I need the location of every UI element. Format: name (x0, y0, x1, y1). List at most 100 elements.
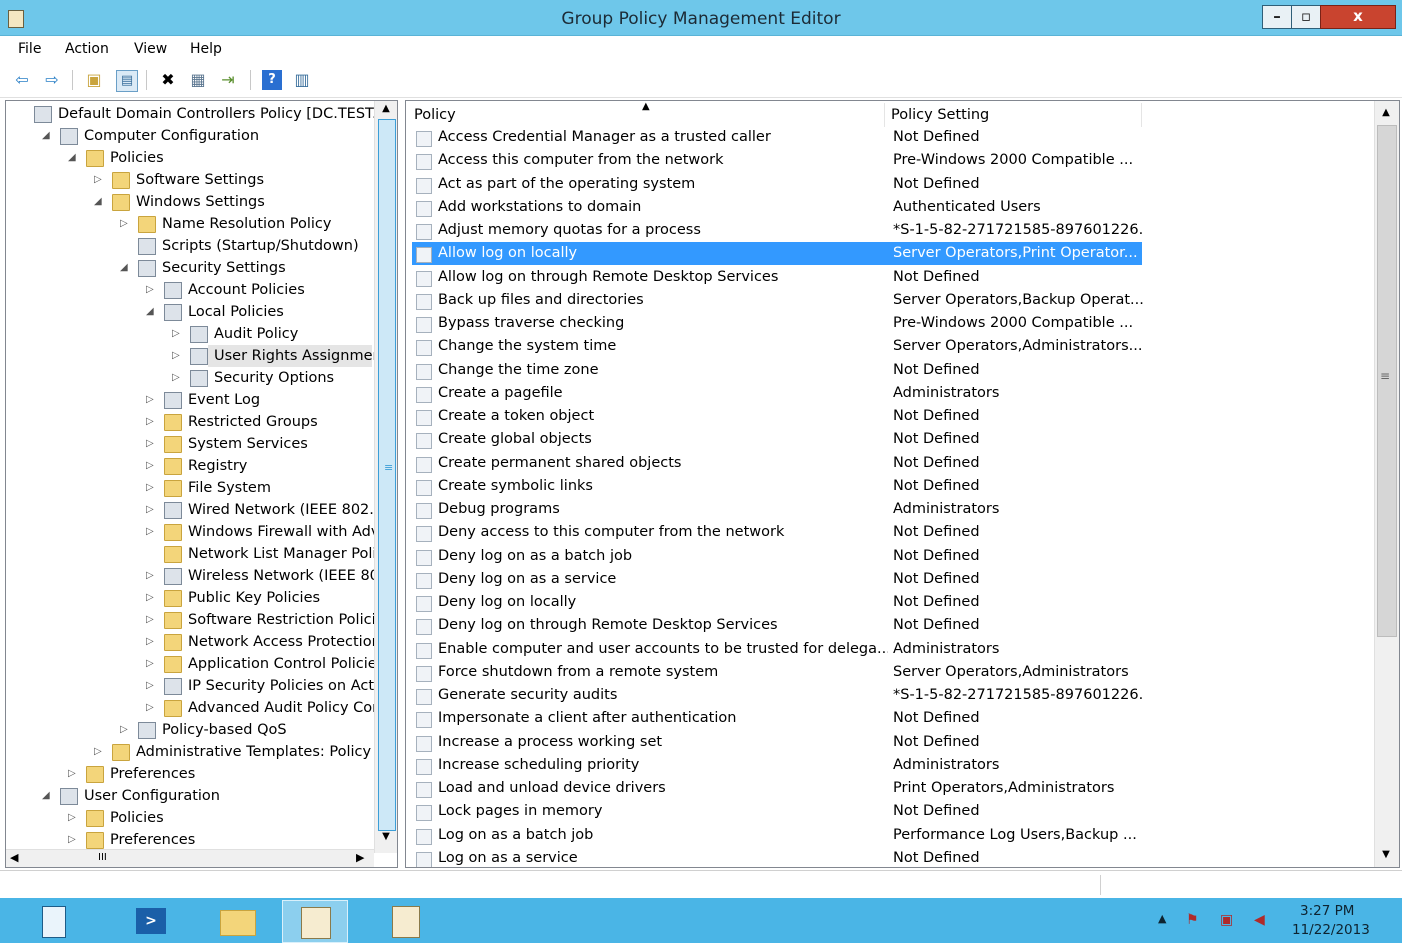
policy-row[interactable]: Access this computer from the network Pre… (412, 149, 1142, 172)
column-header-policy[interactable]: Policy ▲ (414, 101, 885, 127)
expand-arrow-icon[interactable]: ▷ (146, 433, 156, 455)
expand-arrow-icon[interactable]: ▷ (68, 763, 78, 785)
expand-arrow-icon[interactable]: ▷ (146, 477, 156, 499)
tree-node[interactable]: ▷ Preferences (6, 763, 372, 785)
expand-arrow-icon[interactable]: ▷ (146, 609, 156, 631)
notepad-task[interactable] (372, 900, 436, 941)
title-bar[interactable]: Group Policy Management Editor – ▫ x (0, 0, 1402, 36)
policy-row[interactable]: Adjust memory quotas for a process *S-1-5… (412, 219, 1143, 242)
tree-node[interactable]: ◢ Local Policies (6, 301, 372, 323)
expand-arrow-icon[interactable]: ▷ (146, 389, 156, 411)
policy-row[interactable]: Create symbolic links Not Defined (412, 475, 1142, 498)
tree-node[interactable]: Network List Manager Polici (6, 543, 388, 565)
tree-scroll-down-icon[interactable]: ▼ (378, 831, 394, 845)
maximize-button[interactable]: ▫ (1291, 5, 1321, 29)
policy-row[interactable]: Deny log on through Remote Desktop Servi… (412, 614, 1142, 637)
policy-row[interactable]: Create a pagefile Administrators (412, 382, 1142, 405)
policy-list[interactable]: Policy ▲ Policy Setting Access Credentia… (405, 100, 1400, 868)
tree-node[interactable]: ▷ Wired Network (IEEE 802.3) P (6, 499, 397, 521)
policy-row[interactable]: Log on as a service Not Defined (412, 847, 1142, 867)
clock-time[interactable]: 3:27 PM (1300, 903, 1354, 919)
policy-row[interactable]: Load and unload device drivers Print Oper… (412, 777, 1142, 800)
policy-row[interactable]: Add workstations to domain Authenticated … (412, 196, 1142, 219)
policy-row[interactable]: Log on as a batch job Performance Log Use… (412, 824, 1142, 847)
tree-node[interactable]: ▷ Event Log (6, 389, 372, 411)
tree-node[interactable]: ▷ Name Resolution Policy (6, 213, 372, 235)
tree-node[interactable]: ▷ Windows Firewall with Advar (6, 521, 394, 543)
policy-row[interactable]: Force shutdown from a remote system Serve… (412, 661, 1142, 684)
expand-arrow-icon[interactable]: ▷ (146, 279, 156, 301)
console-tree[interactable]: Default Domain Controllers Policy [DC.TE… (5, 100, 398, 868)
expand-arrow-icon[interactable]: ▷ (172, 367, 182, 389)
properties-icon[interactable]: ▦ (188, 70, 208, 90)
column-header-policy-setting[interactable]: Policy Setting (891, 103, 1142, 127)
tree-node[interactable]: ◢ Policies (6, 147, 372, 169)
tree-node[interactable]: ▷ Restricted Groups (6, 411, 372, 433)
forward-arrow-icon[interactable]: ⇨ (42, 70, 62, 90)
policy-row[interactable]: Deny log on locally Not Defined (412, 591, 1142, 614)
policy-row[interactable]: Bypass traverse checking Pre-Windows 2000… (412, 312, 1142, 335)
tree-node[interactable]: ▷ Advanced Audit Policy Conf (6, 697, 386, 719)
tree-node[interactable]: ▷ Policies (6, 807, 372, 829)
expand-arrow-icon[interactable]: ▷ (146, 455, 156, 477)
policy-row[interactable]: Create a token object Not Defined (412, 405, 1142, 428)
menu-file[interactable]: File (18, 41, 41, 57)
expand-arrow-icon[interactable]: ▷ (146, 697, 156, 719)
list-scroll-up-icon[interactable]: ▲ (1378, 107, 1394, 118)
tree-scroll-right-icon[interactable]: ▶ (356, 851, 364, 864)
tree-node[interactable]: ◢ User Configuration (6, 785, 372, 807)
policy-row[interactable]: Generate security audits *S-1-5-82-271721… (412, 684, 1143, 707)
show-hide-tree-icon[interactable]: ▤ (116, 70, 138, 92)
tree-node[interactable]: ▷ Wireless Network (IEEE 802.1 (6, 565, 397, 587)
policy-row[interactable]: Deny log on as a batch job Not Defined (412, 545, 1142, 568)
tree-node[interactable]: ◢ Computer Configuration (6, 125, 372, 147)
policy-row[interactable]: Increase a process working set Not Define… (412, 731, 1142, 754)
policy-row[interactable]: Debug programs Administrators (412, 498, 1142, 521)
help-icon[interactable]: ? (262, 70, 282, 90)
policy-row[interactable]: Back up files and directories Server Oper… (412, 289, 1143, 312)
policy-row[interactable]: Lock pages in memory Not Defined (412, 800, 1142, 823)
tree-scroll-left-icon[interactable]: ◀ (10, 851, 18, 864)
policy-row[interactable]: Change the system time Server Operators,A… (412, 335, 1142, 358)
clock-date[interactable]: 11/22/2013 (1292, 922, 1370, 938)
expand-arrow-icon[interactable]: ▷ (146, 565, 156, 587)
policy-row[interactable]: Enable computer and user accounts to be … (412, 638, 1142, 661)
group-policy-editor-task[interactable] (282, 900, 348, 943)
collapse-arrow-icon[interactable]: ◢ (120, 257, 130, 279)
expand-arrow-icon[interactable]: ▷ (120, 719, 130, 741)
expand-arrow-icon[interactable]: ▷ (172, 345, 182, 367)
close-button[interactable]: x (1320, 5, 1396, 29)
file-explorer-icon[interactable] (204, 900, 268, 941)
menu-help[interactable]: Help (190, 41, 222, 57)
expand-arrow-icon[interactable]: ▷ (146, 653, 156, 675)
list-scroll-down-icon[interactable]: ▼ (1378, 849, 1394, 860)
tree-node[interactable]: ◢ Windows Settings (6, 191, 372, 213)
policy-row[interactable]: Change the time zone Not Defined (412, 359, 1142, 382)
back-arrow-icon[interactable]: ⇦ (12, 70, 32, 90)
tree-node[interactable]: ▷ Administrative Templates: Policy de (6, 741, 394, 763)
policy-row[interactable]: Create global objects Not Defined (412, 428, 1142, 451)
tree-node[interactable]: ▷ IP Security Policies on Active (6, 675, 396, 697)
tree-node[interactable]: ▷ Network Access Protection (6, 631, 381, 653)
policy-row[interactable]: Impersonate a client after authenticatio… (412, 707, 1142, 730)
collapse-arrow-icon[interactable]: ◢ (94, 191, 104, 213)
tree-node[interactable]: Scripts (Startup/Shutdown) (6, 235, 372, 257)
tree-node[interactable]: ▷ System Services (6, 433, 372, 455)
server-manager-icon[interactable] (20, 900, 84, 941)
policy-row[interactable]: Act as part of the operating system Not D… (412, 173, 1142, 196)
tree-node[interactable]: ▷ Registry (6, 455, 372, 477)
collapse-arrow-icon[interactable]: ◢ (42, 785, 52, 807)
tree-horizontal-scrollbar[interactable]: ◀ III ▶ (6, 849, 374, 867)
policy-row[interactable]: Create permanent shared objects Not Defin… (412, 452, 1142, 475)
tree-node[interactable]: ▷ Software Settings (6, 169, 372, 191)
up-folder-icon[interactable]: ▣ (84, 70, 104, 90)
expand-arrow-icon[interactable]: ▷ (146, 411, 156, 433)
tree-node[interactable]: ▷ Application Control Policies (6, 653, 384, 675)
expand-arrow-icon[interactable]: ▷ (146, 587, 156, 609)
expand-arrow-icon[interactable]: ▷ (94, 741, 104, 763)
tree-node[interactable]: ◢ Security Settings (6, 257, 372, 279)
expand-arrow-icon[interactable]: ▷ (68, 829, 78, 851)
policy-row[interactable]: Allow log on locally Server Operators,Pri… (412, 242, 1142, 266)
tree-node[interactable]: ▷ Preferences (6, 829, 372, 851)
tree-node[interactable]: ▷ Software Restriction Policies (6, 609, 392, 631)
